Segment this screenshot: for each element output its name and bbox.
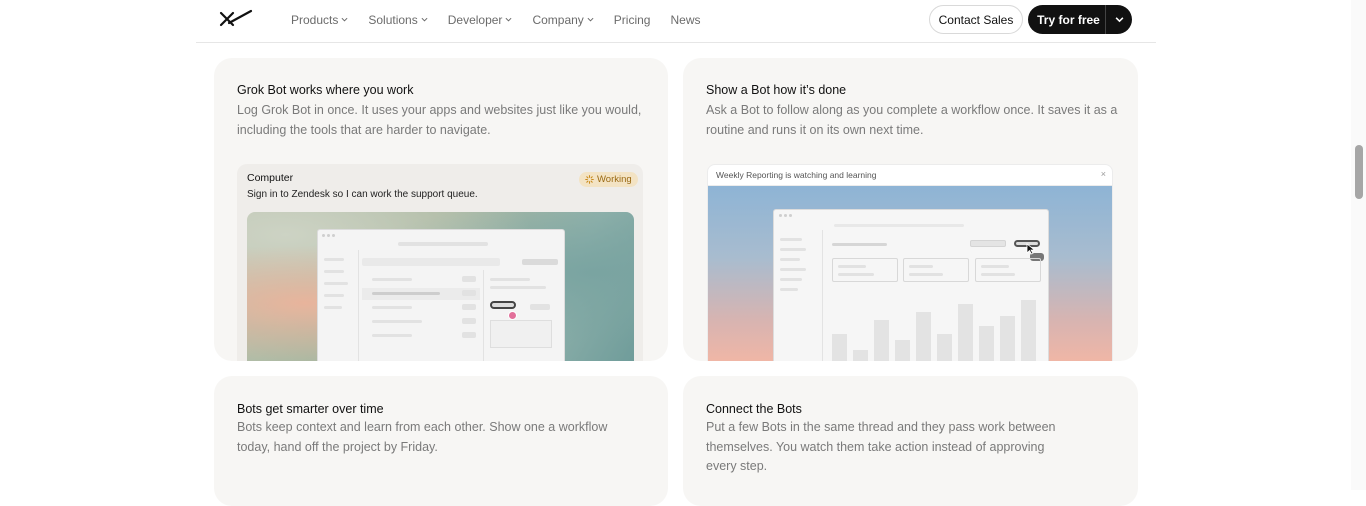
preview-background-image xyxy=(247,212,634,361)
nav-solutions[interactable]: Solutions xyxy=(368,12,428,27)
contact-sales-button[interactable]: Contact Sales xyxy=(929,5,1023,34)
mock-bar-chart xyxy=(832,290,1044,361)
nav-label: Developer xyxy=(447,12,503,27)
card-title: Show a Bot how it’s done xyxy=(706,83,847,97)
card-title: Grok Bot works where you work xyxy=(237,83,414,97)
banner-text: Weekly Reporting is watching and learnin… xyxy=(716,170,877,180)
computer-preview: Computer Sign in to Zendesk so I can wor… xyxy=(237,164,643,361)
nav-label: News xyxy=(670,12,701,27)
page-scrollbar[interactable] xyxy=(1351,0,1366,490)
nav-products[interactable]: Products xyxy=(291,13,348,27)
scrollbar-thumb[interactable] xyxy=(1355,145,1363,199)
contact-sales-label: Contact Sales xyxy=(938,12,1014,27)
preview-background-image xyxy=(708,186,1112,361)
nav-news[interactable]: News xyxy=(670,13,700,27)
highlighted-control xyxy=(490,301,516,309)
card-title: Connect the Bots xyxy=(706,402,802,416)
computer-preview-subtitle: Sign in to Zendesk so I can work the sup… xyxy=(247,189,478,200)
chevron-down-icon xyxy=(587,17,594,22)
nav-pricing[interactable]: Pricing xyxy=(614,13,651,27)
mock-app-window xyxy=(317,229,565,361)
mock-dashboard-window xyxy=(773,209,1049,361)
feature-card-smarter-over-time: Bots get smarter over time Bots keep con… xyxy=(214,376,668,506)
close-icon[interactable]: × xyxy=(1101,169,1106,179)
try-for-free-button[interactable]: Try for free xyxy=(1028,5,1132,34)
mouse-pointer-icon xyxy=(1026,243,1036,255)
weekly-reporting-preview: Weekly Reporting is watching and learnin… xyxy=(707,164,1113,361)
chevron-down-icon xyxy=(421,17,428,22)
weekly-reporting-banner: Weekly Reporting is watching and learnin… xyxy=(708,165,1112,186)
card-body: Put a few Bots in the same thread and th… xyxy=(706,420,1056,473)
computer-preview-title: Computer xyxy=(247,172,294,184)
card-title: Bots get smarter over time xyxy=(237,402,384,416)
spinner-icon xyxy=(585,175,594,184)
feature-card-works-where-you-work: Grok Bot works where you work Log Grok B… xyxy=(214,58,668,361)
nav-developer[interactable]: Developer xyxy=(448,13,513,27)
card-body: Bots keep context and learn from each ot… xyxy=(237,420,608,454)
x-logo-icon[interactable] xyxy=(219,9,253,27)
feature-card-connect-the-bots: Connect the Bots Put a few Bots in the s… xyxy=(683,376,1138,506)
cursor-indicator xyxy=(508,311,517,320)
main-nav: Products Solutions Developer Company Pri… xyxy=(291,0,701,39)
chevron-down-icon xyxy=(1115,17,1123,23)
chevron-down-icon xyxy=(341,17,348,22)
feature-card-show-a-bot: Show a Bot how it’s done Ask a Bot to fo… xyxy=(683,58,1138,361)
try-dropdown-toggle[interactable] xyxy=(1105,5,1132,34)
nav-label: Solutions xyxy=(368,12,418,27)
nav-company[interactable]: Company xyxy=(532,12,594,27)
site-header: Products Solutions Developer Company Pri… xyxy=(196,0,1156,43)
card-body: Log Grok Bot in once. It uses your apps … xyxy=(237,103,642,137)
try-for-free-label: Try for free xyxy=(1037,12,1100,27)
nav-label: Pricing xyxy=(613,12,651,27)
nav-label: Products xyxy=(291,12,339,27)
working-badge-label: Working xyxy=(597,174,632,185)
card-body: Ask a Bot to follow along as you complet… xyxy=(706,103,1118,137)
working-badge: Working xyxy=(579,172,638,187)
chevron-down-icon xyxy=(505,17,512,22)
nav-label: Company xyxy=(532,12,584,27)
